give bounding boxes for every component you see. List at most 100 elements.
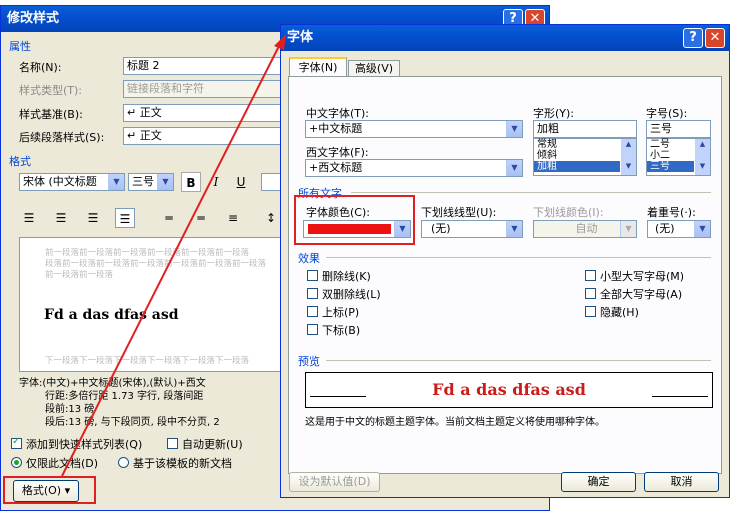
emphasis-select[interactable]: (无) ▼	[647, 220, 711, 238]
format-button-highlight	[3, 476, 96, 504]
font-dialog: 字体 ? ✕ 字体(N) 高级(V) 中文字体(T): +中文标题 ▼ 西文字体(…	[280, 24, 730, 498]
align-right-icon[interactable]: ☰	[83, 208, 103, 228]
description-line-1: 字体:(中文)+中文标题(宋体),(默认)+西文	[19, 378, 206, 389]
font-dialog-help-button[interactable]: ?	[683, 28, 703, 48]
small-caps-label: 小型大写字母(M)	[600, 270, 685, 283]
chevron-down-icon: ▼	[694, 221, 710, 237]
font-color-highlight	[294, 195, 415, 245]
preview-sample-text: Fd a das dfas asd	[44, 307, 179, 323]
asian-font-label: 中文字体(T):	[306, 107, 370, 120]
description-line-4: 段后:13 磅, 与下段同页, 段中不分页, 2	[45, 417, 220, 428]
single-spacing-icon[interactable]: ═	[159, 208, 179, 228]
add-to-quick-style-checkbox[interactable]	[11, 436, 22, 449]
chevron-down-icon: ▼	[157, 174, 173, 190]
latin-font-label: 西文字体(F):	[306, 146, 369, 159]
size-select[interactable]: 三号 ▼	[128, 173, 174, 191]
font-style-list[interactable]: 常规 倾斜 加粗 ▲ ▼	[533, 138, 637, 176]
only-this-doc-radio[interactable]	[11, 457, 22, 468]
preview-divider	[326, 360, 711, 361]
style-type-field: 链接段落和字符	[123, 80, 283, 98]
tab-advanced[interactable]: 高级(V)	[348, 60, 400, 77]
tab-font[interactable]: 字体(N)	[289, 57, 347, 77]
based-on-field[interactable]: ↵ 正文	[123, 104, 283, 122]
scrollbar[interactable]: ▲ ▼	[621, 139, 636, 175]
font-size-list[interactable]: 二号 小二 三号 ▲ ▼	[646, 138, 711, 176]
double-strikethrough-label: 双删除线(L)	[322, 288, 381, 301]
align-center-icon[interactable]: ☰	[51, 208, 71, 228]
style-type-label: 样式类型(T):	[19, 84, 83, 97]
ok-button[interactable]: 确定	[561, 472, 636, 492]
name-field[interactable]: 标题 2	[123, 57, 283, 75]
effects-divider	[326, 257, 711, 258]
all-text-divider	[351, 192, 711, 193]
hidden-label: 隐藏(H)	[600, 306, 639, 319]
preview-after: 下一段落下一段落下一段落下一段落下一段落下一段落	[45, 356, 250, 366]
preview-header: 预览	[298, 355, 320, 368]
description-line-2: 行距:多倍行距 1.73 字行, 段落间距	[45, 391, 204, 402]
subscript-label: 下标(B)	[322, 324, 361, 337]
properties-header: 属性	[9, 40, 31, 53]
font-size-label: 字号(S):	[646, 107, 688, 120]
following-style-field[interactable]: ↵ 正文	[123, 127, 283, 145]
superscript-label: 上标(P)	[322, 306, 360, 319]
font-dialog-titlebar: 字体	[281, 25, 729, 51]
preview-note: 这是用于中文的标题主题字体。当前文档主题定义将使用哪种字体。	[305, 417, 605, 428]
font-dialog-title: 字体	[287, 30, 314, 45]
chevron-down-icon: ▼	[620, 221, 636, 237]
font-size-input[interactable]: 三号	[646, 120, 711, 138]
only-this-doc-label: 仅限此文档(D)	[26, 457, 99, 470]
bold-button[interactable]: B	[181, 172, 201, 192]
preview-line-right	[652, 396, 708, 397]
strikethrough-checkbox[interactable]	[307, 270, 318, 281]
latin-font-select[interactable]: +西文标题 ▼	[305, 159, 523, 177]
new-docs-radio[interactable]	[118, 457, 129, 468]
scrollbar[interactable]: ▲ ▼	[695, 139, 710, 175]
effects-header: 效果	[298, 252, 320, 265]
size-option-3[interactable]: 三号	[647, 161, 694, 172]
add-to-quick-style-label: 添加到快速样式列表(Q)	[26, 438, 143, 451]
chevron-down-icon: ▼	[108, 174, 124, 190]
set-default-button[interactable]: 设为默认值(D)	[289, 472, 380, 492]
style-description: 字体:(中文)+中文标题(宋体),(默认)+西文 行距:多倍行距 1.73 字行…	[19, 377, 283, 432]
following-style-label: 后续段落样式(S):	[19, 131, 105, 144]
emphasis-label: 着重号(·):	[647, 206, 696, 219]
chevron-down-icon: ▼	[506, 221, 522, 237]
style-preview-box: 前一段落前一段落前一段落前一段落前一段落前一段落 段落前一段落前一段落前一段落前…	[19, 237, 283, 372]
style-option-bold[interactable]: 加粗	[534, 161, 620, 172]
auto-update-checkbox[interactable]	[167, 438, 178, 449]
italic-button[interactable]: I	[206, 172, 226, 192]
line-spacing-icon[interactable]: ↕	[261, 208, 281, 228]
hidden-checkbox[interactable]	[585, 306, 596, 317]
align-left-icon[interactable]: ☰	[19, 208, 39, 228]
superscript-checkbox[interactable]	[307, 306, 318, 317]
preview-before-1: 前一段落前一段落前一段落前一段落前一段落前一段落	[45, 248, 250, 258]
name-label: 名称(N):	[19, 61, 62, 74]
underline-color-label: 下划线颜色(I):	[533, 206, 604, 219]
all-caps-checkbox[interactable]	[585, 288, 596, 299]
based-on-label: 样式基准(B):	[19, 108, 83, 121]
new-docs-label: 基于该模板的新文档	[133, 457, 232, 470]
font-style-input[interactable]: 加粗	[533, 120, 637, 138]
underline-button[interactable]: U	[231, 172, 251, 192]
chevron-down-icon: ▼	[506, 121, 522, 137]
preview-before-3: 前一段落前一段落	[45, 270, 114, 280]
font-dialog-close-button[interactable]: ✕	[705, 28, 725, 48]
preview-before-2: 段落前一段落前一段落前一段落前一段落前一段落前一段落	[45, 259, 267, 269]
strikethrough-label: 删除线(K)	[322, 270, 371, 283]
subscript-checkbox[interactable]	[307, 324, 318, 335]
double-strikethrough-checkbox[interactable]	[307, 288, 318, 299]
chevron-down-icon: ▼	[506, 160, 522, 176]
auto-update-label: 自动更新(U)	[182, 438, 243, 451]
modify-style-title: 修改样式	[7, 11, 60, 26]
asian-font-select[interactable]: +中文标题 ▼	[305, 120, 523, 138]
font-preview-box: Fd a das dfas asd	[305, 372, 713, 408]
double-spacing-icon[interactable]: ≡	[223, 208, 243, 228]
font-select[interactable]: 宋体 (中文标题 ▼	[19, 173, 125, 191]
underline-style-label: 下划线线型(U):	[421, 206, 497, 219]
underline-style-select[interactable]: (无) ▼	[421, 220, 523, 238]
onehalf-spacing-icon[interactable]: ═	[191, 208, 211, 228]
cancel-button[interactable]: 取消	[644, 472, 719, 492]
description-line-3: 段前:13 磅	[45, 404, 95, 415]
small-caps-checkbox[interactable]	[585, 270, 596, 281]
align-justify-icon[interactable]: ☰	[115, 208, 135, 228]
